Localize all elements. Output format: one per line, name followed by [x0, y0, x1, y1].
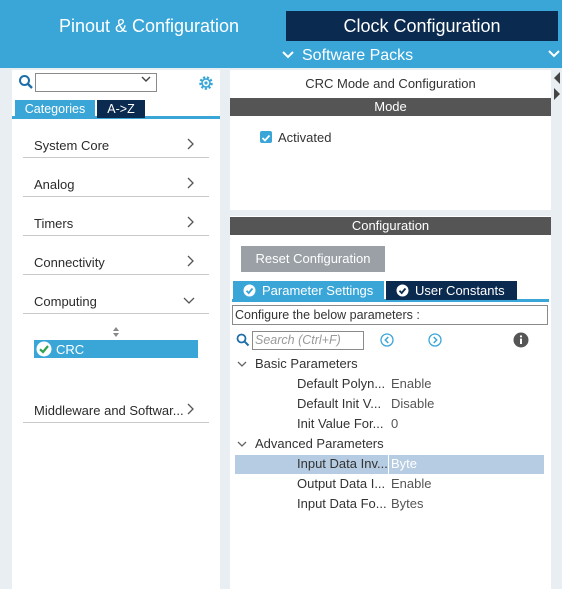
param-name: Output Data I...	[297, 476, 386, 491]
category-label: Connectivity	[34, 255, 105, 270]
param-row-selected[interactable]: Input Data Inv... Byte	[235, 455, 544, 474]
chevron-right-icon	[187, 177, 194, 189]
chevron-right-icon	[187, 138, 194, 150]
tab-user-constants[interactable]: User Constants	[386, 281, 517, 300]
param-value[interactable]: Byte	[391, 456, 417, 471]
param-name: Init Value For...	[297, 416, 384, 431]
panel-divider[interactable]	[221, 70, 229, 589]
param-name: Input Data Fo...	[297, 496, 387, 511]
gear-icon[interactable]	[197, 74, 215, 92]
category-analog[interactable]: Analog	[23, 171, 209, 197]
tab-parameter-settings[interactable]: Parameter Settings	[233, 281, 384, 300]
check-circle-icon	[36, 341, 52, 357]
reset-configuration-button[interactable]: Reset Configuration	[241, 246, 385, 272]
peripheral-item-crc[interactable]: CRC	[34, 340, 198, 358]
chevron-down-icon[interactable]	[548, 46, 560, 64]
category-middleware[interactable]: Middleware and Softwar...	[23, 397, 209, 423]
next-icon[interactable]	[428, 333, 442, 347]
category-computing[interactable]: Computing	[23, 288, 209, 314]
category-label: Computing	[34, 294, 97, 309]
parameter-search-input[interactable]: Search (Ctrl+F)	[252, 331, 364, 350]
group-basic-parameters[interactable]: Basic Parameters	[236, 356, 436, 374]
param-row[interactable]: Default Init V... Disable	[235, 395, 544, 414]
param-row[interactable]: Output Data I... Enable	[235, 475, 544, 494]
peripheral-label: CRC	[56, 342, 85, 357]
tab-pinout-configuration[interactable]: Pinout & Configuration	[12, 11, 286, 41]
previous-icon[interactable]	[380, 333, 394, 347]
software-packs-label: Software Packs	[302, 47, 414, 64]
param-value[interactable]: 0	[391, 416, 398, 431]
info-icon[interactable]	[513, 332, 529, 348]
chevron-down-icon	[237, 361, 247, 367]
tab-clock-configuration[interactable]: Clock Configuration	[286, 11, 558, 41]
tab-label: Parameter Settings	[262, 283, 374, 298]
param-value[interactable]: Enable	[391, 376, 431, 391]
category-timers[interactable]: Timers	[23, 210, 209, 236]
search-icon[interactable]	[18, 74, 34, 90]
category-connectivity[interactable]: Connectivity	[23, 249, 209, 275]
chevron-down-icon	[140, 73, 152, 88]
chevron-down-icon	[183, 297, 195, 304]
scrollbar[interactable]	[552, 216, 562, 589]
param-row[interactable]: Init Value For... 0	[235, 415, 544, 434]
chevron-down-icon	[282, 44, 294, 68]
group-label: Basic Parameters	[255, 356, 358, 371]
configure-hint: Configure the below parameters :	[232, 305, 548, 325]
param-row[interactable]: Input Data Fo... Bytes	[235, 495, 544, 514]
param-name: Default Init V...	[297, 396, 382, 411]
column-divider	[388, 455, 389, 474]
sort-icon[interactable]	[111, 325, 121, 337]
tab-label: User Constants	[415, 283, 505, 298]
collapse-arrows[interactable]	[552, 70, 562, 110]
category-label: Timers	[34, 216, 74, 231]
category-label: Analog	[34, 177, 75, 192]
chevron-down-icon	[237, 441, 247, 447]
check-circle-icon	[396, 284, 409, 297]
activated-checkbox[interactable]	[260, 131, 272, 143]
param-value[interactable]: Disable	[391, 396, 434, 411]
group-advanced-parameters[interactable]: Advanced Parameters	[236, 436, 436, 454]
mode-header: Mode	[230, 98, 551, 116]
category-label: Middleware and Softwar...	[34, 403, 184, 418]
category-label: System Core	[34, 138, 110, 153]
search-dropdown[interactable]	[35, 73, 157, 92]
param-name: Default Polyn...	[297, 376, 386, 391]
chevron-right-icon	[187, 255, 194, 267]
param-name: Input Data Inv...	[297, 456, 388, 471]
group-label: Advanced Parameters	[255, 436, 384, 451]
param-row[interactable]: Default Polyn... Enable	[235, 375, 544, 394]
chevron-right-icon	[187, 216, 194, 228]
software-packs-menu[interactable]: Software Packs	[282, 44, 482, 68]
check-icon	[261, 134, 271, 142]
configuration-header: Configuration	[230, 217, 551, 235]
category-system-core[interactable]: System Core	[23, 132, 209, 158]
param-value[interactable]: Bytes	[391, 496, 424, 511]
search-icon[interactable]	[236, 333, 250, 347]
param-value[interactable]: Enable	[391, 476, 431, 491]
chevron-right-icon	[187, 403, 194, 415]
panel-title: CRC Mode and Configuration	[305, 76, 476, 91]
activated-label: Activated	[278, 130, 332, 145]
tab-a-to-z[interactable]: A->Z	[97, 100, 145, 118]
tab-categories[interactable]: Categories	[15, 100, 95, 118]
check-circle-icon	[243, 284, 256, 297]
